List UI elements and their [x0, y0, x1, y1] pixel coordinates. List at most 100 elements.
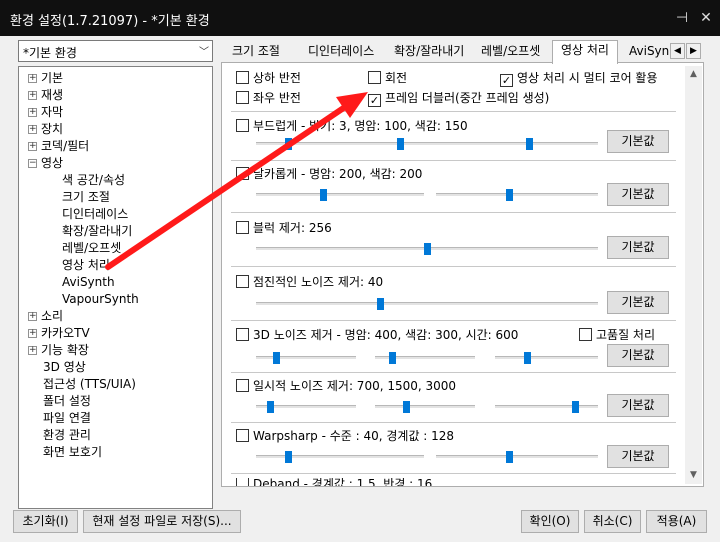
- panel-scrollbar[interactable]: ▲ ▼: [685, 66, 702, 484]
- tree-item-audio[interactable]: + 소리: [28, 308, 63, 325]
- tree-item-playback[interactable]: + 재생: [28, 87, 63, 104]
- temporal-denoise-slider-1[interactable]: [256, 401, 356, 413]
- high-quality-checkbox[interactable]: 고품질 처리: [579, 327, 655, 343]
- expand-icon[interactable]: +: [28, 91, 37, 100]
- tree-item-file-assoc[interactable]: 파일 연결: [43, 410, 91, 427]
- tree-item-basic[interactable]: + 기본: [28, 70, 63, 87]
- denoise-3d-time-slider[interactable]: [495, 352, 598, 364]
- soften-default-button[interactable]: 기본값: [607, 130, 669, 153]
- expand-icon[interactable]: +: [28, 142, 37, 151]
- slider-thumb[interactable]: [506, 451, 513, 463]
- slider-thumb[interactable]: [267, 401, 274, 413]
- tree-item-crop[interactable]: 확장/잘라내기: [62, 223, 132, 240]
- temporal-denoise-checkbox[interactable]: 일시적 노이즈 제거: 700, 1500, 3000: [236, 378, 456, 394]
- rotate-checkbox[interactable]: 회전: [368, 70, 407, 86]
- tab-deinterlace[interactable]: 디인터레이스: [300, 42, 382, 62]
- expand-icon[interactable]: +: [28, 108, 37, 117]
- denoise-3d-contrast-slider[interactable]: [256, 352, 356, 364]
- temporal-denoise-slider-2[interactable]: [375, 401, 475, 413]
- tab-avisynth[interactable]: AviSyn: [621, 42, 669, 62]
- warpsharp-default-button[interactable]: 기본값: [607, 445, 669, 468]
- flip-horizontal-checkbox[interactable]: 좌우 반전: [236, 90, 301, 106]
- slider-thumb[interactable]: [285, 138, 292, 150]
- deblock-default-button[interactable]: 기본값: [607, 236, 669, 259]
- denoise-3d-color-slider[interactable]: [375, 352, 475, 364]
- scroll-down-icon[interactable]: ▼: [685, 467, 702, 484]
- slider-thumb[interactable]: [285, 451, 292, 463]
- reset-button[interactable]: 초기화(I): [13, 510, 78, 533]
- soften-color-slider[interactable]: [436, 138, 598, 150]
- tree-item-level-offset[interactable]: 레벨/오프셋: [62, 240, 121, 257]
- denoise-3d-checkbox[interactable]: 3D 노이즈 제거 - 명암: 400, 색감: 300, 시간: 600: [236, 327, 518, 343]
- tree-item-video-processing[interactable]: 영상 처리: [62, 257, 110, 274]
- tree-item-devices[interactable]: + 장치: [28, 121, 63, 138]
- deband-checkbox[interactable]: Deband - 경계값 : 1.5, 반경 : 16: [236, 478, 432, 486]
- tree-item-accessibility[interactable]: 접근성 (TTS/UIA): [43, 376, 136, 393]
- save-current-button[interactable]: 현재 설정 파일로 저장(S)...: [83, 510, 241, 533]
- sharpen-color-slider[interactable]: [436, 189, 598, 201]
- temporal-denoise-default-button[interactable]: 기본값: [607, 394, 669, 417]
- expand-icon[interactable]: +: [28, 329, 37, 338]
- expand-icon[interactable]: +: [28, 346, 37, 355]
- expand-icon[interactable]: +: [28, 125, 37, 134]
- tab-scroll-left[interactable]: ◀: [670, 43, 685, 59]
- tree-item-deinterlace[interactable]: 디인터레이스: [62, 206, 128, 223]
- adaptive-denoise-default-button[interactable]: 기본값: [607, 291, 669, 314]
- slider-thumb[interactable]: [273, 352, 280, 364]
- tab-resize[interactable]: 크기 조절: [224, 42, 288, 62]
- sharpen-contrast-slider[interactable]: [256, 189, 424, 201]
- tree-item-codec-filter[interactable]: + 코덱/필터: [28, 138, 89, 155]
- multicore-checkbox[interactable]: ✓ 영상 처리 시 멀티 코어 활용: [500, 70, 658, 87]
- slider-thumb[interactable]: [397, 138, 404, 150]
- deblock-checkbox[interactable]: 블럭 제거: 256: [236, 220, 332, 236]
- tree-item-3d-video[interactable]: 3D 영상: [43, 359, 86, 376]
- slider-thumb[interactable]: [320, 189, 327, 201]
- slider-thumb[interactable]: [403, 401, 410, 413]
- warpsharp-threshold-slider[interactable]: [436, 451, 598, 463]
- slider-thumb[interactable]: [377, 298, 384, 310]
- denoise-3d-default-button[interactable]: 기본값: [607, 344, 669, 367]
- sharpen-default-button[interactable]: 기본값: [607, 183, 669, 206]
- tree-item-video[interactable]: − 영상: [28, 155, 63, 172]
- tree-item-folders[interactable]: 폴더 설정: [43, 393, 91, 410]
- chevron-down-icon[interactable]: ﹀: [199, 43, 209, 58]
- tree-item-screensaver[interactable]: 화면 보호기: [43, 444, 102, 461]
- tree-item-env-manage[interactable]: 환경 관리: [43, 427, 91, 444]
- warpsharp-level-slider[interactable]: [256, 451, 424, 463]
- preset-select[interactable]: *기본 환경 ﹀: [18, 40, 213, 62]
- slider-thumb[interactable]: [524, 352, 531, 364]
- tab-level-offset[interactable]: 레벨/오프셋: [473, 42, 548, 62]
- tree-item-subtitles[interactable]: + 자막: [28, 104, 63, 121]
- adaptive-denoise-checkbox[interactable]: 점진적인 노이즈 제거: 40: [236, 274, 383, 290]
- tab-scroll-right[interactable]: ▶: [686, 43, 701, 59]
- adaptive-denoise-slider[interactable]: [256, 298, 598, 310]
- tree-item-extensions[interactable]: + 기능 확장: [28, 342, 89, 359]
- slider-thumb[interactable]: [526, 138, 533, 150]
- slider-thumb[interactable]: [389, 352, 396, 364]
- deblock-slider[interactable]: [256, 243, 598, 255]
- flip-vertical-checkbox[interactable]: 상하 반전: [236, 70, 301, 86]
- temporal-denoise-slider-3[interactable]: [495, 401, 598, 413]
- tree-item-resize[interactable]: 크기 조절: [62, 189, 110, 206]
- settings-tree[interactable]: + 기본 + 재생 + 자막 + 장치 + 코덱/필터 − 영상 색 공간/속성 크기 조절…: [18, 66, 213, 509]
- tree-item-avisynth[interactable]: AviSynth: [62, 274, 115, 291]
- tab-crop[interactable]: 확장/잘라내기: [386, 42, 472, 62]
- tree-item-colorspace[interactable]: 색 공간/속성: [62, 172, 125, 189]
- cancel-button[interactable]: 취소(C): [584, 510, 641, 533]
- sharpen-checkbox[interactable]: 날카롭게 - 명암: 200, 색감: 200: [236, 166, 422, 182]
- expand-icon[interactable]: +: [28, 74, 37, 83]
- tab-video-processing[interactable]: 영상 처리: [552, 40, 618, 64]
- slider-thumb[interactable]: [572, 401, 579, 413]
- collapse-icon[interactable]: −: [28, 159, 37, 168]
- slider-thumb[interactable]: [424, 243, 431, 255]
- apply-button[interactable]: 적용(A): [646, 510, 707, 533]
- frame-doubler-checkbox[interactable]: ✓ 프레임 더블러(중간 프레임 생성): [368, 90, 549, 107]
- close-icon[interactable]: ✕: [696, 8, 716, 28]
- warpsharp-checkbox[interactable]: Warpsharp - 수준 : 40, 경계값 : 128: [236, 428, 454, 444]
- ok-button[interactable]: 확인(O): [521, 510, 579, 533]
- tree-item-vapoursynth[interactable]: VapourSynth: [62, 291, 139, 308]
- tree-item-kakaotv[interactable]: + 카카오TV: [28, 325, 90, 342]
- pin-icon[interactable]: ⊣: [672, 8, 692, 28]
- slider-thumb[interactable]: [506, 189, 513, 201]
- expand-icon[interactable]: +: [28, 312, 37, 321]
